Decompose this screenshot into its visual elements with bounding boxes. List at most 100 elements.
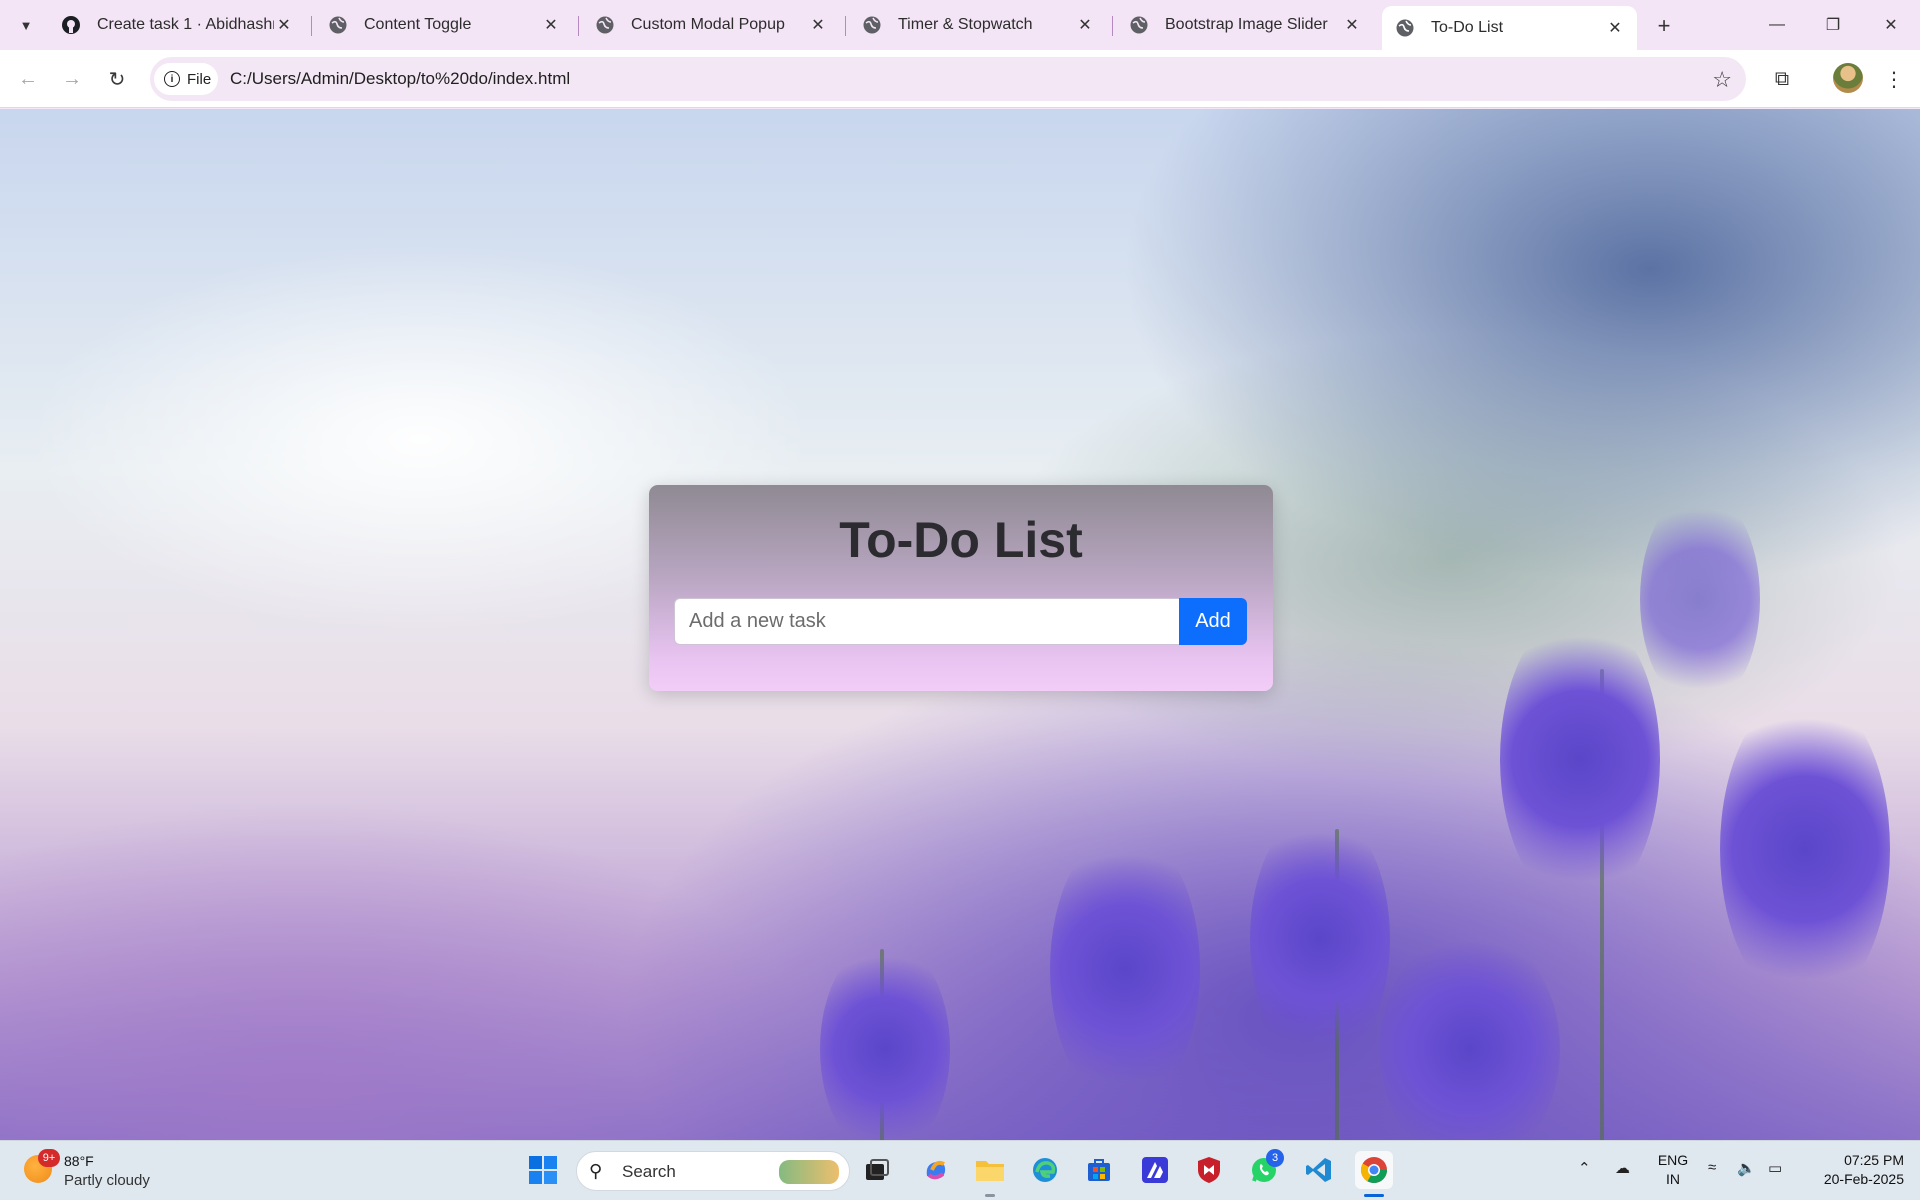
lavender-flower	[1250, 809, 1390, 1069]
new-task-input[interactable]	[674, 598, 1180, 645]
restore-icon: ❐	[1825, 17, 1841, 34]
microsoft-store-button[interactable]	[1080, 1151, 1118, 1189]
globe-icon	[329, 16, 347, 34]
task-view-icon	[866, 1159, 889, 1180]
battery-icon[interactable]: ▭	[1768, 1159, 1782, 1177]
vscode-button[interactable]	[1300, 1151, 1338, 1189]
tab-content-toggle[interactable]: Content Toggle ✕	[315, 8, 573, 42]
wifi-icon[interactable]: ≈	[1708, 1159, 1716, 1176]
taskbar-search-label: Search	[622, 1162, 676, 1181]
globe-icon	[863, 16, 881, 34]
chevron-down-icon: ▼	[19, 17, 33, 33]
close-icon[interactable]: ✕	[541, 15, 561, 35]
language-region: IN	[1666, 1171, 1680, 1187]
site-chip-label: File	[187, 70, 212, 88]
tab-image-slider[interactable]: Bootstrap Image Slider ✕	[1116, 8, 1374, 42]
close-icon[interactable]: ✕	[1605, 18, 1625, 38]
bookmark-star-icon[interactable]: ☆	[1712, 67, 1732, 93]
todo-card: To-Do List Add	[649, 485, 1273, 691]
show-hidden-icons-button[interactable]: ⌃	[1578, 1159, 1591, 1177]
copilot-icon	[926, 1160, 946, 1180]
windows-taskbar: 9+ 88°F Partly cloudy ⚲ Search 3 ⌃ ☁ ENG…	[0, 1140, 1920, 1200]
profile-avatar[interactable]	[1833, 63, 1863, 93]
search-highlight-icon	[779, 1160, 839, 1184]
minimize-icon: —	[1769, 16, 1785, 33]
volume-icon[interactable]: 🔈	[1737, 1159, 1756, 1177]
store-icon	[1088, 1159, 1110, 1181]
lavender-flower	[1380, 929, 1560, 1140]
close-icon[interactable]: ✕	[1075, 15, 1095, 35]
tab-divider	[845, 16, 846, 36]
tab-timer-stopwatch[interactable]: Timer & Stopwatch ✕	[849, 8, 1107, 42]
lavender-flower	[1500, 609, 1660, 909]
tab-divider	[311, 16, 312, 36]
info-icon: i	[164, 71, 180, 87]
puzzle-icon: ⧉	[1774, 67, 1790, 90]
mcafee-icon	[1198, 1157, 1220, 1183]
close-icon: ✕	[1884, 17, 1898, 34]
tab-todo-list[interactable]: To-Do List ✕	[1382, 6, 1637, 50]
lavender-flower	[1720, 689, 1890, 1009]
minimize-button[interactable]: —	[1760, 10, 1794, 40]
lavender-flower	[1640, 489, 1760, 709]
running-indicator	[985, 1194, 995, 1197]
weather-condition: Partly cloudy	[64, 1172, 150, 1189]
reload-icon: ↻	[108, 68, 126, 91]
clock-time: 07:25 PM	[1844, 1152, 1904, 1168]
tab-create-task[interactable]: Create task 1 · Abidhashree ✕	[48, 8, 306, 42]
language-code: ENG	[1657, 1152, 1689, 1168]
reload-button[interactable]: ↻	[101, 63, 133, 95]
page-title: To-Do List	[839, 512, 1083, 568]
task-view-button[interactable]	[858, 1151, 896, 1189]
chevron-up-icon: ⌃	[1578, 1160, 1591, 1177]
forward-button[interactable]: →	[56, 63, 88, 95]
more-vertical-icon: ⋮	[1884, 68, 1904, 91]
restore-button[interactable]: ❐	[1816, 10, 1850, 40]
address-bar[interactable]: i File C:/Users/Admin/Desktop/to%20do/in…	[150, 57, 1746, 101]
tab-divider	[1112, 16, 1113, 36]
whatsapp-unread-badge: 3	[1266, 1149, 1284, 1167]
windows-start-icon	[529, 1156, 557, 1184]
start-button[interactable]	[524, 1151, 562, 1189]
back-button[interactable]: ←	[12, 63, 44, 95]
tab-title: To-Do List	[1431, 19, 1504, 36]
taskbar-search[interactable]: ⚲ Search	[576, 1151, 850, 1191]
tab-divider	[578, 16, 579, 36]
close-icon[interactable]: ✕	[808, 15, 828, 35]
file-explorer-button[interactable]	[971, 1151, 1009, 1189]
edge-button[interactable]	[1026, 1151, 1064, 1189]
url-text[interactable]: C:/Users/Admin/Desktop/to%20do/index.htm…	[230, 69, 570, 89]
search-icon: ⚲	[589, 1161, 603, 1181]
tab-custom-modal[interactable]: Custom Modal Popup ✕	[582, 8, 840, 42]
clock-date: 20-Feb-2025	[1823, 1171, 1904, 1187]
site-info-chip[interactable]: i File	[154, 63, 218, 95]
close-icon[interactable]: ✕	[1342, 15, 1362, 35]
powerapps-icon	[1142, 1157, 1168, 1183]
browser-menu-button[interactable]: ⋮	[1878, 63, 1910, 95]
lavender-flower	[1050, 829, 1200, 1109]
input-language[interactable]: ENG IN	[1656, 1151, 1690, 1189]
extensions-button[interactable]: ⧉	[1766, 63, 1798, 95]
weather-temperature: 88°F	[64, 1153, 94, 1169]
arrow-right-icon: →	[62, 67, 82, 90]
globe-icon	[1130, 16, 1148, 34]
active-app-indicator	[1364, 1194, 1384, 1197]
system-clock[interactable]: 07:25 PM 20-Feb-2025	[1804, 1151, 1904, 1189]
close-icon[interactable]: ✕	[274, 15, 294, 35]
chrome-button[interactable]	[1355, 1151, 1393, 1189]
tab-search-button[interactable]: ▼	[12, 11, 40, 39]
tab-title: Custom Modal Popup	[631, 16, 785, 33]
new-tab-button[interactable]: +	[1650, 12, 1678, 40]
close-window-button[interactable]: ✕	[1874, 10, 1908, 40]
page-viewport: To-Do List Add	[0, 109, 1920, 1140]
plus-icon: +	[1657, 13, 1671, 38]
tab-title: Create task 1 · Abidhashree	[97, 16, 274, 33]
weather-widget[interactable]: 9+ 88°F Partly cloudy	[20, 1149, 160, 1193]
copilot-button[interactable]	[917, 1151, 955, 1189]
power-automate-button[interactable]	[1136, 1151, 1174, 1189]
onedrive-icon[interactable]: ☁	[1615, 1159, 1630, 1177]
mcafee-button[interactable]	[1190, 1151, 1228, 1189]
lavender-flower	[820, 939, 950, 1140]
browser-toolbar: ← → ↻ i File C:/Users/Admin/Desktop/to%2…	[0, 50, 1920, 108]
add-task-button[interactable]: Add	[1179, 598, 1247, 645]
